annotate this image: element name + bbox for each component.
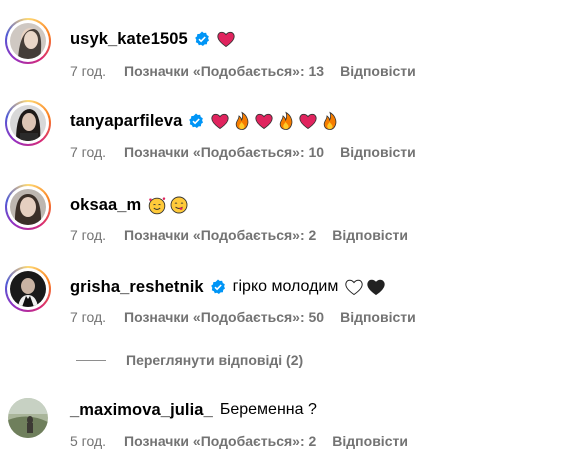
red-heart-icon <box>254 111 274 131</box>
comment-time: 7 год. <box>70 227 107 243</box>
comment-time: 7 год. <box>70 144 107 160</box>
likes-count-link[interactable]: Позначки «Подобається»: 13 <box>124 63 324 79</box>
smiling-face-with-hearts-icon <box>147 195 167 215</box>
view-replies-button[interactable]: Переглянути відповіді (2) <box>76 350 303 370</box>
verified-badge-icon <box>194 31 210 47</box>
view-replies-label: Переглянути відповіді (2) <box>126 352 304 368</box>
comment-time: 7 год. <box>70 63 107 79</box>
comment-text: Беременна ? <box>219 401 317 418</box>
avatar-story-ring[interactable] <box>5 18 51 64</box>
emoji-list <box>344 277 386 297</box>
reply-button[interactable]: Відповісти <box>340 144 416 160</box>
reply-button[interactable]: Відповісти <box>332 433 408 449</box>
likes-count-link[interactable]: Позначки «Подобається»: 10 <box>124 144 324 160</box>
replies-divider-line <box>76 359 106 361</box>
emoji-list <box>147 195 189 215</box>
reply-button[interactable]: Відповісти <box>340 309 416 325</box>
username[interactable]: oksaa_m <box>70 196 141 215</box>
likes-count-link[interactable]: Позначки «Подобається»: 2 <box>124 433 316 449</box>
red-heart-icon <box>216 29 236 49</box>
face-savoring-food-icon <box>169 195 189 215</box>
verified-badge-icon <box>210 279 226 295</box>
comment-time: 5 год. <box>70 433 107 449</box>
username[interactable]: grisha_reshetnik <box>70 278 204 297</box>
avatar <box>10 189 46 225</box>
avatar[interactable] <box>8 398 48 438</box>
emoji-list <box>216 29 236 49</box>
white-heart-icon <box>344 277 364 297</box>
likes-count-link[interactable]: Позначки «Подобається»: 50 <box>124 309 324 325</box>
emoji-list <box>210 111 340 131</box>
username[interactable]: usyk_kate1505 <box>70 30 188 49</box>
fire-icon <box>276 111 296 131</box>
likes-count-link[interactable]: Позначки «Подобається»: 2 <box>124 227 316 243</box>
reply-button[interactable]: Відповісти <box>340 63 416 79</box>
fire-icon <box>320 111 340 131</box>
avatar <box>10 105 46 141</box>
fire-icon <box>232 111 252 131</box>
avatar <box>10 23 46 59</box>
avatar-story-ring[interactable] <box>5 184 51 230</box>
username[interactable]: _maximova_julia_ <box>70 401 213 420</box>
comment-time: 7 год. <box>70 309 107 325</box>
red-heart-icon <box>298 111 318 131</box>
verified-badge-icon <box>188 113 204 129</box>
red-heart-icon <box>210 111 230 131</box>
avatar-story-ring[interactable] <box>5 100 51 146</box>
username[interactable]: tanyaparfileva <box>70 112 182 131</box>
comment-text: гірко молодим <box>232 278 339 295</box>
avatar-story-ring[interactable] <box>5 266 51 312</box>
reply-button[interactable]: Відповісти <box>332 227 408 243</box>
avatar <box>10 271 46 307</box>
black-heart-icon <box>366 277 386 297</box>
